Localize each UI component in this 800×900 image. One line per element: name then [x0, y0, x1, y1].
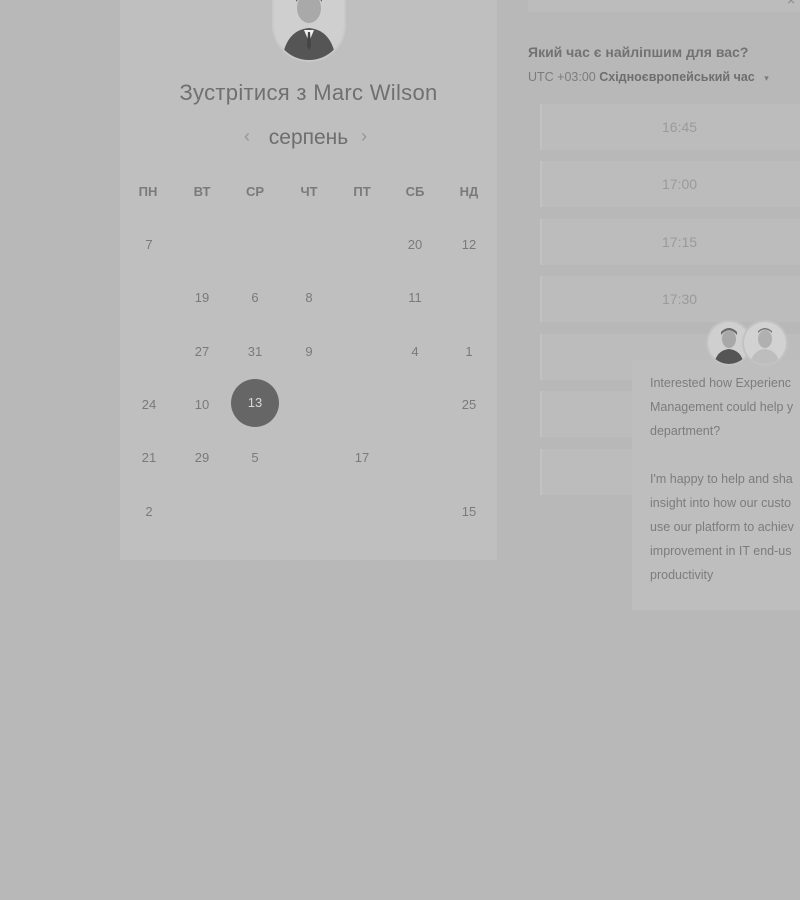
host-avatar: [274, 0, 344, 60]
calendar-day[interactable]: 7: [125, 221, 173, 269]
calendar-day[interactable]: 21: [125, 434, 173, 482]
time-question: Який час є найліпшим для вас?: [528, 44, 749, 60]
calendar-day: [338, 328, 386, 376]
calendar-day[interactable]: 25: [445, 381, 493, 429]
calendar-day[interactable]: 15: [445, 488, 493, 536]
person-avatar-icon: [274, 0, 344, 60]
calendar-day: [338, 381, 386, 429]
person-avatar-icon: [744, 322, 786, 364]
calendar-day[interactable]: 8: [285, 274, 333, 322]
calendar-day[interactable]: 2: [125, 488, 173, 536]
weekday-label: ПН: [138, 184, 158, 199]
calendar-day: [391, 488, 439, 536]
calendar-day[interactable]: 19: [178, 274, 226, 322]
calendar-day: [338, 221, 386, 269]
calendar-day[interactable]: 31: [231, 328, 279, 376]
selected-calendar-day[interactable]: 13: [231, 379, 279, 427]
calendar-day: [445, 274, 493, 322]
calendar-day: [338, 488, 386, 536]
time-slot[interactable]: 17:00: [540, 161, 800, 207]
calendar-day[interactable]: 10: [178, 381, 226, 429]
next-month-icon[interactable]: ›: [361, 126, 367, 147]
timezone-name: Східноєвропейський час: [599, 70, 755, 84]
panel-top-edge: [528, 0, 800, 12]
calendar-day[interactable]: 29: [178, 434, 226, 482]
weekday-header: ПН ВТ СР ЧТ ПТ СБ НД: [120, 184, 497, 204]
close-icon[interactable]: ×: [787, 0, 795, 8]
weekday-label: НД: [459, 184, 479, 199]
calendar-day[interactable]: 4: [391, 328, 439, 376]
calendar-day[interactable]: 17: [338, 434, 386, 482]
weekday-label: ВТ: [193, 184, 211, 199]
calendar-day: [391, 434, 439, 482]
calendar-day: [285, 381, 333, 429]
calendar-day: [285, 488, 333, 536]
time-slot[interactable]: 17:30: [540, 276, 800, 322]
timezone-select[interactable]: UTC +03:00 Східноєвропейський час ▾: [528, 70, 769, 84]
weekday-label: СБ: [405, 184, 425, 199]
calendar-day[interactable]: 5: [231, 434, 279, 482]
calendar-day[interactable]: 27: [178, 328, 226, 376]
calendar-day[interactable]: 1: [445, 328, 493, 376]
calendar-day: [391, 381, 439, 429]
calendar-panel: Зустрітися з Marc Wilson ‹ серпень › ПН …: [120, 0, 497, 560]
chat-message: Interested how Experienc Management coul…: [650, 376, 794, 438]
chat-message: I'm happy to help and sha insight into h…: [650, 472, 794, 582]
weekday-label: ПТ: [353, 184, 371, 199]
calendar-day[interactable]: 9: [285, 328, 333, 376]
calendar-day: [231, 221, 279, 269]
time-panel: × Який час є найліпшим для вас? UTC +03:…: [510, 0, 800, 900]
weekday-label: ЧТ: [300, 184, 318, 199]
calendar-day[interactable]: 12: [445, 221, 493, 269]
calendar-day: [285, 221, 333, 269]
meeting-title: Зустрітися з Marc Wilson: [179, 80, 438, 105]
month-label: серпень: [268, 126, 349, 149]
calendar-day: [445, 434, 493, 482]
calendar-day[interactable]: 24: [125, 381, 173, 429]
calendar-day[interactable]: 11: [391, 274, 439, 322]
weekday-label: СР: [245, 184, 265, 199]
calendar-day: [178, 221, 226, 269]
chevron-down-icon: ▾: [764, 73, 769, 83]
calendar-day: [338, 274, 386, 322]
month-navigation: ‹ серпень ›: [120, 124, 497, 154]
calendar-day: [285, 434, 333, 482]
time-slot[interactable]: 17:15: [540, 219, 800, 265]
calendar-day: [178, 488, 226, 536]
time-slot[interactable]: 16:45: [540, 104, 800, 150]
calendar-day: [125, 328, 173, 376]
timezone-offset: UTC +03:00: [528, 70, 596, 84]
calendar-day[interactable]: 6: [231, 274, 279, 322]
calendar-day[interactable]: 20: [391, 221, 439, 269]
calendar-day: [125, 274, 173, 322]
calendar-day: [231, 488, 279, 536]
